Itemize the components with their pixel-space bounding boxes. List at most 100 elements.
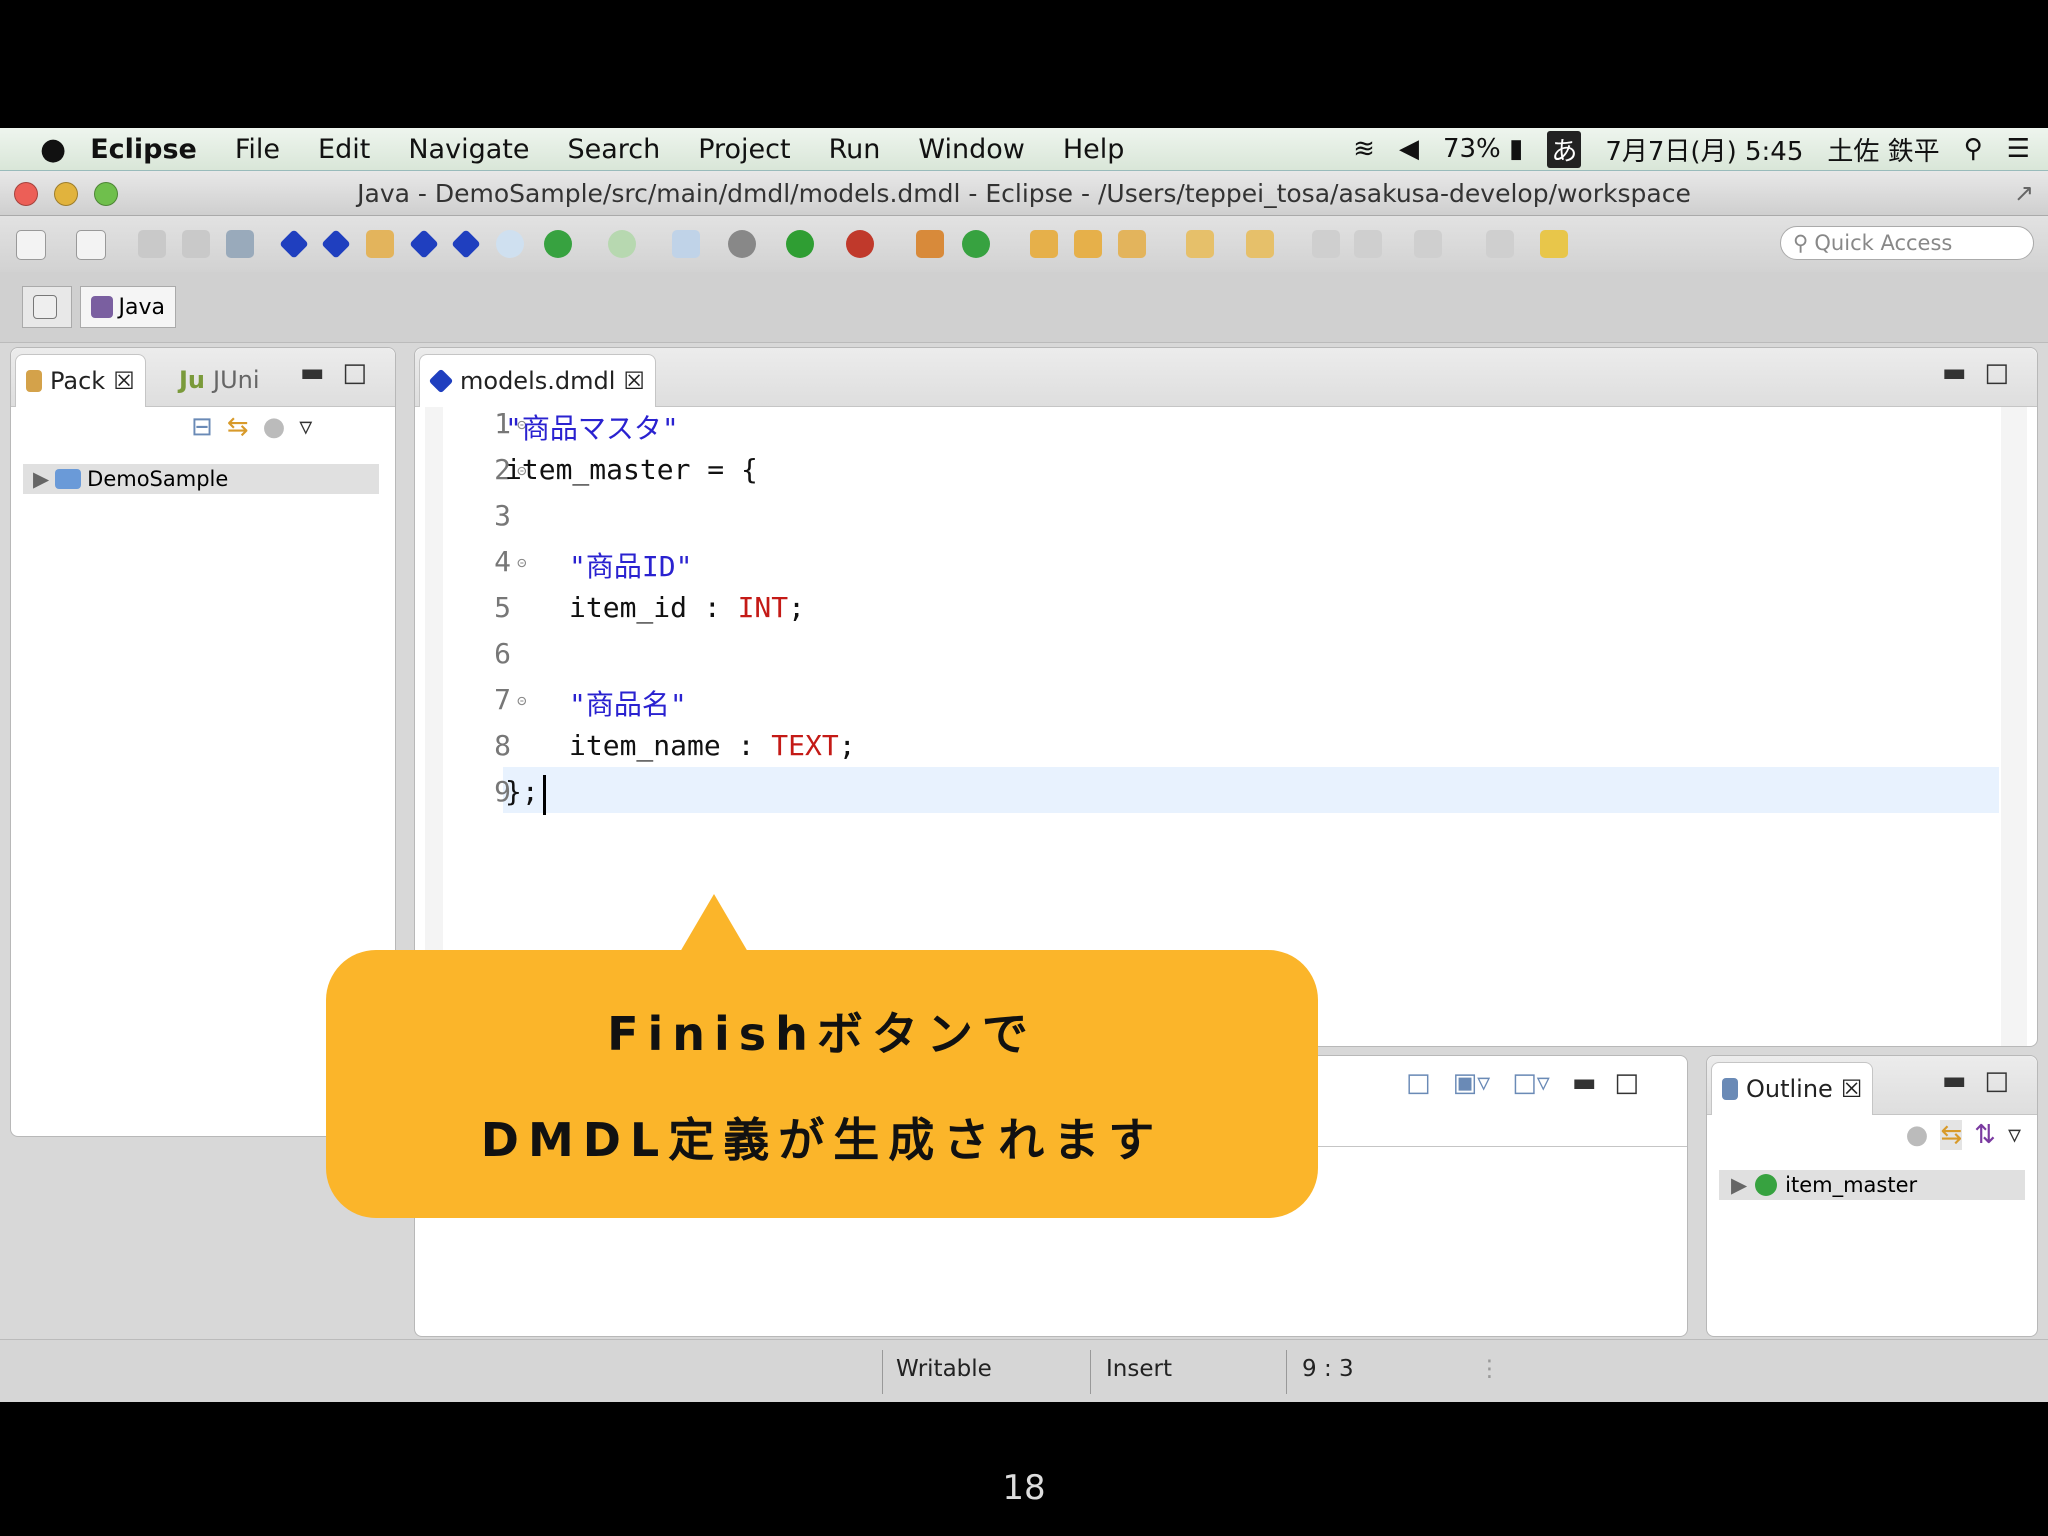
close-tab-icon[interactable]: ☒: [113, 367, 135, 395]
debug-icon[interactable]: [728, 230, 756, 258]
java-perspective-label: Java: [118, 294, 165, 320]
search-tool-icon[interactable]: [1118, 230, 1146, 258]
dmdl-icon-4[interactable]: [451, 229, 481, 259]
status-grip-icon[interactable]: ⋮: [1478, 1356, 1501, 1382]
highlight-icon[interactable]: [1540, 230, 1568, 258]
menu-file[interactable]: File: [235, 134, 280, 165]
spotlight-search-icon[interactable]: ⚲: [1964, 134, 1983, 164]
back-dropdown-icon[interactable]: [1354, 230, 1382, 258]
menu-help[interactable]: Help: [1063, 134, 1125, 165]
new-package-icon[interactable]: [916, 230, 944, 258]
next-annotation-icon[interactable]: [1186, 230, 1214, 258]
apple-icon[interactable]: ●: [40, 132, 66, 167]
view-menu-icon[interactable]: ▿: [299, 412, 312, 442]
menu-edit[interactable]: Edit: [318, 134, 370, 165]
code-line: "商品名": [569, 683, 687, 723]
junit-icon: Ju: [179, 366, 206, 394]
new-class-icon[interactable]: [544, 230, 572, 258]
sort-icon[interactable]: ⇅: [1974, 1120, 1996, 1150]
new-java-project-icon[interactable]: [76, 230, 106, 260]
user-name[interactable]: 土佐 鉄平: [1827, 131, 1939, 168]
menu-app-eclipse[interactable]: Eclipse: [90, 134, 197, 165]
task-icon[interactable]: [608, 230, 636, 258]
menu-navigate[interactable]: Navigate: [408, 134, 529, 165]
current-line-highlight: [503, 767, 1999, 813]
class-icon: [1755, 1174, 1778, 1196]
open-type-icon[interactable]: [1030, 230, 1058, 258]
skip-breakpoints-icon[interactable]: [672, 230, 700, 258]
status-insert-mode: Insert: [1106, 1356, 1172, 1382]
back-icon[interactable]: [1312, 230, 1340, 258]
notification-list-icon[interactable]: ☰: [2007, 134, 2030, 164]
line-number: 9: [494, 775, 511, 808]
menu-window[interactable]: Window: [918, 134, 1024, 165]
fold-toggle-icon[interactable]: ⊝: [517, 691, 527, 710]
editor-scroll-ruler[interactable]: [2001, 407, 2027, 1046]
open-perspective-button[interactable]: [22, 286, 72, 328]
menu-run[interactable]: Run: [829, 134, 881, 165]
tab-package-explorer[interactable]: Pack ☒: [15, 354, 146, 407]
volume-icon[interactable]: ◀: [1399, 134, 1419, 164]
fullscreen-icon[interactable]: ↗: [2014, 179, 2034, 207]
dmdl-file-icon: [428, 368, 454, 394]
fold-toggle-icon[interactable]: ⊝: [517, 553, 527, 572]
code-line: };: [505, 775, 539, 808]
focus-icon[interactable]: ●: [263, 412, 286, 442]
previous-annotation-icon[interactable]: [1246, 230, 1274, 258]
new-console-icon[interactable]: □▿: [1512, 1068, 1550, 1098]
project-folder-icon: [55, 469, 82, 489]
editor-min-max[interactable]: ▬□: [1942, 358, 2027, 388]
forward-icon[interactable]: [1414, 230, 1442, 258]
open-console-icon[interactable]: □: [1406, 1068, 1431, 1098]
menu-project[interactable]: Project: [698, 134, 790, 165]
save-icon[interactable]: [138, 230, 166, 258]
display-console-icon[interactable]: ▣▿: [1453, 1068, 1491, 1098]
project-name: DemoSample: [87, 467, 229, 491]
battery-percent: 73%: [1442, 134, 1501, 164]
view-menu-icon[interactable]: ▿: [2008, 1120, 2021, 1150]
outline-view: Outline ☒ ▬□ ● ⇆ ⇅ ▿ ▶ item_master: [1706, 1055, 2038, 1337]
wifi-icon[interactable]: ≋: [1353, 134, 1375, 164]
collapse-all-icon[interactable]: ⊟: [191, 412, 213, 442]
code-text: ;: [788, 591, 806, 624]
bottom-min-max[interactable]: ▬□: [1572, 1068, 1657, 1098]
link-with-editor-icon[interactable]: ⇆: [1940, 1120, 1963, 1150]
tab-models-dmdl[interactable]: models.dmdl ☒: [419, 354, 656, 407]
close-tab-icon[interactable]: ☒: [623, 367, 645, 395]
run-icon[interactable]: [786, 230, 814, 258]
callout-line-2: DMDL定義が生成されます: [480, 1113, 1164, 1167]
input-method-icon[interactable]: あ: [1547, 130, 1582, 168]
open-folder-icon[interactable]: [1074, 230, 1102, 258]
print-icon[interactable]: [226, 230, 254, 258]
dmdl-icon-3[interactable]: [409, 229, 439, 259]
expand-arrow-icon[interactable]: ▶: [33, 467, 49, 491]
clock[interactable]: 7月7日(月) 5:45: [1605, 131, 1803, 168]
focus-icon[interactable]: ●: [1906, 1120, 1929, 1150]
close-tab-icon[interactable]: ☒: [1841, 1075, 1863, 1103]
link-with-editor-icon[interactable]: ⇆: [227, 412, 249, 442]
run-external-icon[interactable]: [846, 230, 874, 258]
menu-search[interactable]: Search: [567, 134, 660, 165]
dmdl-icon-1[interactable]: [279, 229, 309, 259]
status-divider: [1286, 1350, 1287, 1394]
save-all-icon[interactable]: [182, 230, 210, 258]
outline-min-max[interactable]: ▬□: [1942, 1066, 2027, 1096]
battery-status[interactable]: 73% ▮: [1443, 134, 1523, 164]
tree-item-project[interactable]: ▶ DemoSample: [23, 464, 379, 494]
code-line: "商品ID": [569, 545, 692, 585]
new-class-dropdown-icon[interactable]: [962, 230, 990, 258]
new-icon[interactable]: [16, 230, 46, 260]
outline-item[interactable]: ▶ item_master: [1719, 1170, 2025, 1200]
view-min-max[interactable]: ▬□: [300, 358, 385, 388]
callout-bubble: Finishボタンで DMDL定義が生成されます: [326, 950, 1318, 1218]
pin-editor-icon[interactable]: [1486, 230, 1514, 258]
build-icon[interactable]: [366, 230, 394, 258]
dmdl-icon-2[interactable]: [321, 229, 351, 259]
expand-arrow-icon[interactable]: ▶: [1731, 1173, 1747, 1197]
tab-outline[interactable]: Outline ☒: [1711, 1062, 1874, 1115]
tab-junit[interactable]: Ju JUni: [179, 354, 260, 406]
at-icon[interactable]: [496, 230, 524, 258]
outline-toolbar: ● ⇆ ⇅ ▿: [1906, 1120, 2021, 1150]
java-perspective-button[interactable]: Java: [80, 286, 176, 328]
quick-access-field[interactable]: ⚲ Quick Access: [1780, 226, 2034, 260]
